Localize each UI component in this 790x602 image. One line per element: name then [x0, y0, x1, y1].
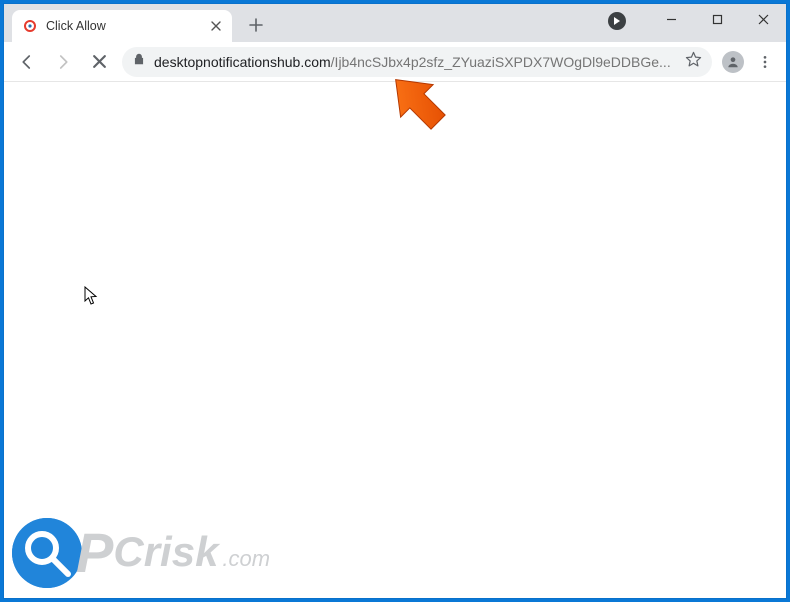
browser-window: Click Allow — [4, 4, 786, 598]
address-bar[interactable]: desktopnotificationshub.com/Ijb4ncSJbx4p… — [122, 47, 712, 77]
lock-icon — [132, 52, 146, 71]
window-close-button[interactable] — [740, 4, 786, 34]
minimize-button[interactable] — [648, 4, 694, 34]
stop-reload-button[interactable] — [82, 45, 116, 79]
maximize-button[interactable] — [694, 4, 740, 34]
mouse-cursor-icon — [84, 286, 100, 311]
avatar-icon — [722, 51, 744, 73]
url-path: /Ijb4ncSJbx4p2sfz_ZYuaziSXPDX7WOgDl9eDDB… — [331, 54, 671, 70]
browser-tab[interactable]: Click Allow — [12, 10, 232, 42]
toolbar: desktopnotificationshub.com/Ijb4ncSJbx4p… — [4, 42, 786, 82]
new-tab-button[interactable] — [242, 11, 270, 39]
forward-button[interactable] — [46, 45, 80, 79]
browser-menu-button[interactable] — [750, 47, 780, 77]
back-button[interactable] — [10, 45, 44, 79]
media-control-button[interactable] — [608, 12, 626, 30]
tab-title: Click Allow — [46, 19, 208, 33]
titlebar: Click Allow — [4, 4, 786, 42]
window-controls — [648, 4, 786, 34]
profile-button[interactable] — [718, 47, 748, 77]
bookmark-star-button[interactable] — [685, 51, 702, 73]
tab-close-button[interactable] — [208, 18, 224, 34]
webview-content — [4, 82, 786, 598]
url-domain: desktopnotificationshub.com — [154, 54, 331, 70]
tab-favicon-icon — [22, 18, 38, 34]
url-text: desktopnotificationshub.com/Ijb4ncSJbx4p… — [154, 54, 679, 70]
